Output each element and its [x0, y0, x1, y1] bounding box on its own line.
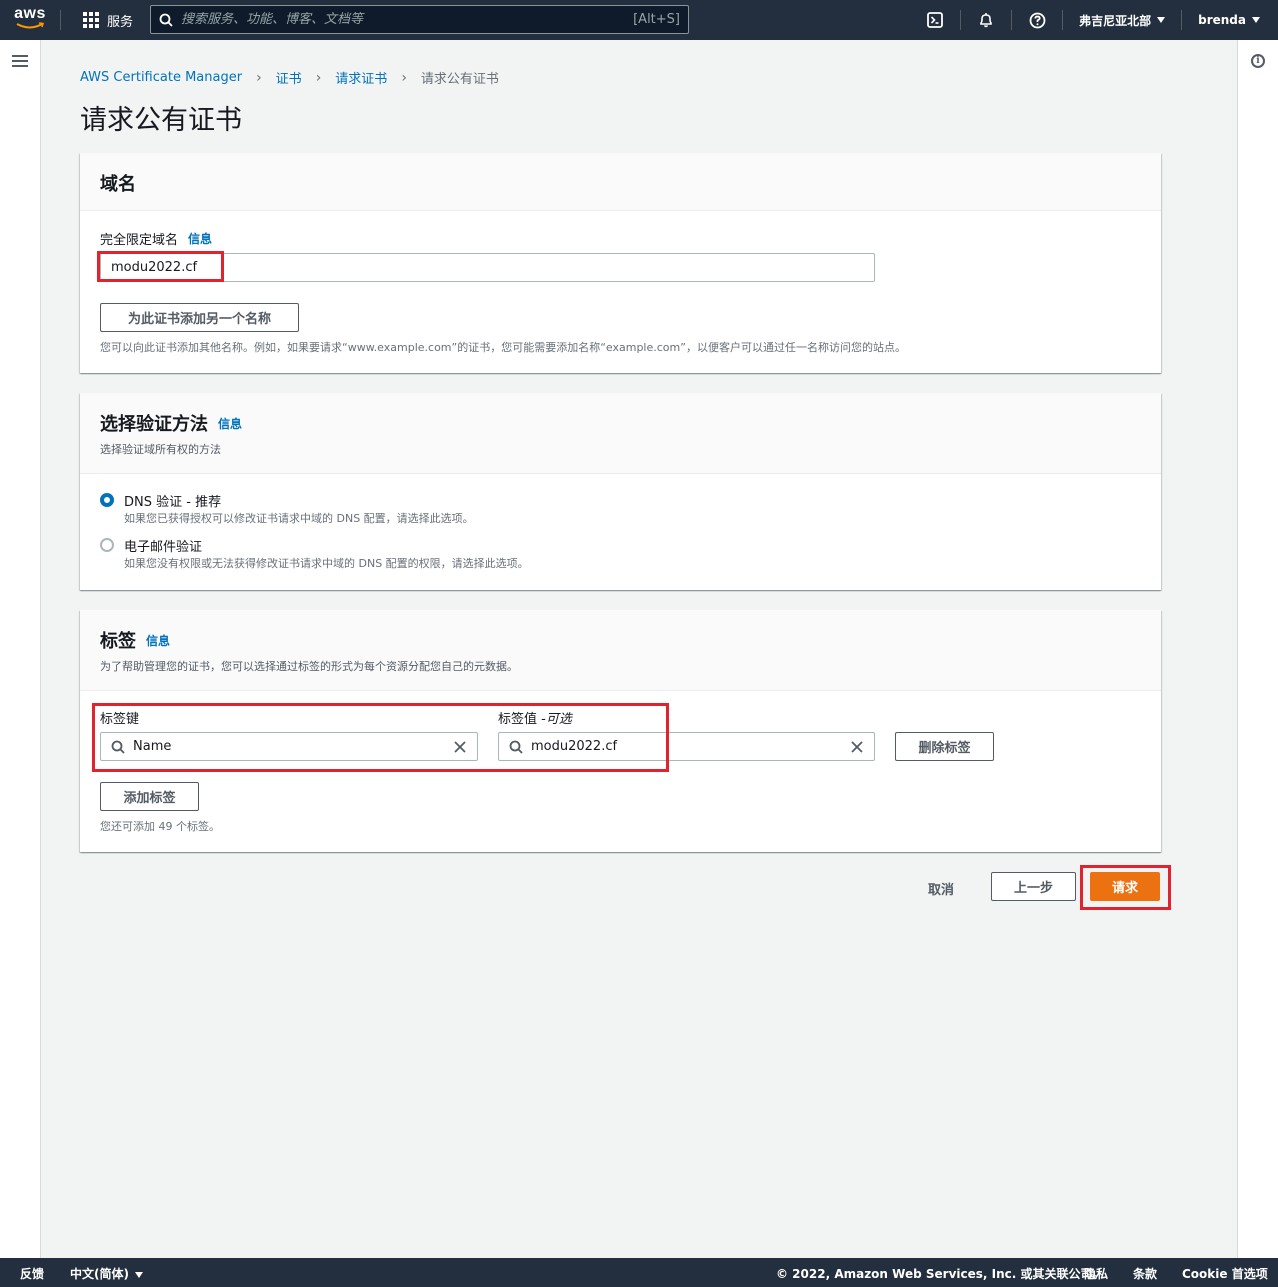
tags-panel-desc: 为了帮助管理您的证书，您可以选择通过标签的形式为每个资源分配您自己的元数据。	[100, 660, 518, 673]
tags-panel-header: 标签 信息 为了帮助管理您的证书，您可以选择通过标签的形式为每个资源分配您自己的…	[80, 610, 1161, 691]
chevron-right-icon: ›	[401, 69, 407, 86]
validation-panel-title: 选择验证方法	[100, 414, 208, 435]
terminal-icon	[927, 12, 943, 28]
search-icon	[111, 740, 125, 754]
cloudshell-button[interactable]	[910, 0, 960, 40]
region-label: 弗吉尼亚北部	[1079, 13, 1152, 28]
info-icon[interactable]: i	[1251, 54, 1265, 68]
chevron-right-icon: ›	[256, 69, 262, 86]
validation-info-link[interactable]: 信息	[218, 415, 242, 432]
search-icon	[509, 740, 523, 754]
tag-value-optional: 可选	[545, 712, 572, 727]
clear-icon[interactable]	[850, 740, 864, 754]
page-title: 请求公有证书	[80, 105, 242, 136]
add-name-button[interactable]: 为此证书添加另一个名称	[100, 303, 299, 332]
breadcrumb-link-request[interactable]: 请求证书	[335, 68, 387, 87]
smile-icon	[16, 21, 44, 28]
breadcrumb-link-acm[interactable]: AWS Certificate Manager	[80, 70, 242, 85]
global-search-input[interactable]	[181, 12, 634, 27]
footer-bar: 反馈 中文(简体) © 2022, Amazon Web Services, I…	[0, 1258, 1278, 1287]
domain-input[interactable]	[100, 253, 875, 282]
email-validation-label[interactable]: 电子邮件验证	[124, 536, 202, 555]
terms-link[interactable]: 条款	[1133, 1265, 1157, 1282]
dns-validation-desc: 如果您已获得授权可以修改证书请求中域的 DNS 配置，请选择此选项。	[124, 512, 474, 525]
help-icon	[1029, 12, 1045, 28]
tags-panel: 标签 信息 为了帮助管理您的证书，您可以选择通过标签的形式为每个资源分配您自己的…	[80, 610, 1161, 852]
domain-info-link[interactable]: 信息	[188, 230, 212, 247]
search-shortcut: [Alt+S]	[633, 12, 680, 27]
validation-panel: 选择验证方法 信息 选择验证域所有权的方法 DNS 验证 - 推荐 如果您已获得…	[80, 393, 1161, 590]
language-selector[interactable]: 中文(简体)	[70, 1265, 143, 1282]
aws-logo[interactable]: aws	[0, 0, 60, 40]
domain-field-label: 完全限定域名 信息	[100, 229, 212, 248]
left-rail	[0, 40, 41, 1258]
clear-icon[interactable]	[453, 740, 467, 754]
top-nav: aws 服务 [Alt+S] 弗吉尼亚北部 brenda	[0, 0, 1278, 40]
region-selector[interactable]: 弗吉尼亚北部	[1063, 0, 1181, 40]
add-name-hint: 您可以向此证书添加其他名称。例如，如果要请求“www.example.com”的…	[100, 341, 906, 354]
domain-panel: 域名 完全限定域名 信息 为此证书添加另一个名称 您可以向此证书添加其他名称。例…	[80, 153, 1161, 373]
feedback-link[interactable]: 反馈	[20, 1265, 44, 1282]
tag-value-label: 标签值 - 可选	[498, 708, 572, 727]
menu-icon[interactable]	[12, 55, 28, 67]
caret-down-icon	[1157, 17, 1166, 23]
help-button[interactable]	[1012, 0, 1062, 40]
tag-value-label-text: 标签值 -	[498, 712, 546, 727]
bell-icon	[980, 13, 992, 28]
add-tag-button[interactable]: 添加标签	[100, 782, 199, 811]
privacy-link[interactable]: 隐私	[1084, 1265, 1108, 1282]
validation-panel-header: 选择验证方法 信息 选择验证域所有权的方法	[80, 393, 1161, 474]
cancel-button[interactable]: 取消	[928, 879, 954, 898]
breadcrumb-link-certificates[interactable]: 证书	[276, 68, 302, 87]
user-label: brenda	[1198, 13, 1246, 27]
cookie-preferences-link[interactable]: Cookie 首选项	[1182, 1265, 1268, 1282]
dns-validation-radio[interactable]	[100, 493, 114, 507]
copyright-text: © 2022, Amazon Web Services, Inc. 或其关联公司…	[776, 1267, 1105, 1281]
grid-icon	[83, 12, 99, 28]
tag-key-label: 标签键	[100, 708, 139, 727]
domain-field-label-text: 完全限定域名	[100, 233, 179, 248]
remove-tag-button[interactable]: 删除标签	[895, 732, 994, 761]
language-label: 中文(简体)	[70, 1267, 129, 1281]
request-button[interactable]: 请求	[1090, 872, 1160, 901]
aws-logo-text: aws	[14, 4, 46, 22]
tag-value-input[interactable]: modu2022.cf	[498, 732, 875, 761]
validation-panel-desc: 选择验证域所有权的方法	[100, 443, 221, 456]
tags-remaining-hint: 您还可添加 49 个标签。	[100, 820, 220, 833]
services-menu-button[interactable]: 服务	[61, 0, 147, 40]
breadcrumb-current: 请求公有证书	[420, 72, 499, 87]
caret-down-icon	[134, 1271, 143, 1278]
dns-validation-label[interactable]: DNS 验证 - 推荐	[124, 491, 221, 510]
previous-button[interactable]: 上一步	[991, 872, 1076, 901]
domain-panel-title: 域名	[100, 174, 136, 195]
tags-info-link[interactable]: 信息	[146, 632, 170, 649]
tag-key-value: Name	[133, 739, 172, 754]
notifications-button[interactable]	[961, 0, 1011, 40]
right-rail: i	[1237, 40, 1278, 1258]
tags-panel-title: 标签	[100, 631, 136, 652]
user-menu[interactable]: brenda	[1182, 0, 1278, 40]
domain-panel-header: 域名	[80, 153, 1161, 211]
search-icon	[159, 13, 173, 27]
email-validation-radio[interactable]	[100, 538, 114, 552]
email-validation-desc: 如果您没有权限或无法获得修改证书请求中域的 DNS 配置的权限，请选择此选项。	[124, 557, 529, 570]
chevron-right-icon: ›	[315, 69, 322, 86]
breadcrumb: AWS Certificate Manager › 证书 › 请求证书 › 请求…	[80, 68, 499, 88]
global-search[interactable]: [Alt+S]	[150, 5, 689, 34]
services-label: 服务	[107, 14, 134, 30]
caret-down-icon	[1252, 17, 1260, 23]
tag-value-value: modu2022.cf	[531, 739, 618, 754]
tag-key-label-text: 标签键	[100, 712, 140, 727]
tag-key-input[interactable]: Name	[100, 732, 478, 761]
